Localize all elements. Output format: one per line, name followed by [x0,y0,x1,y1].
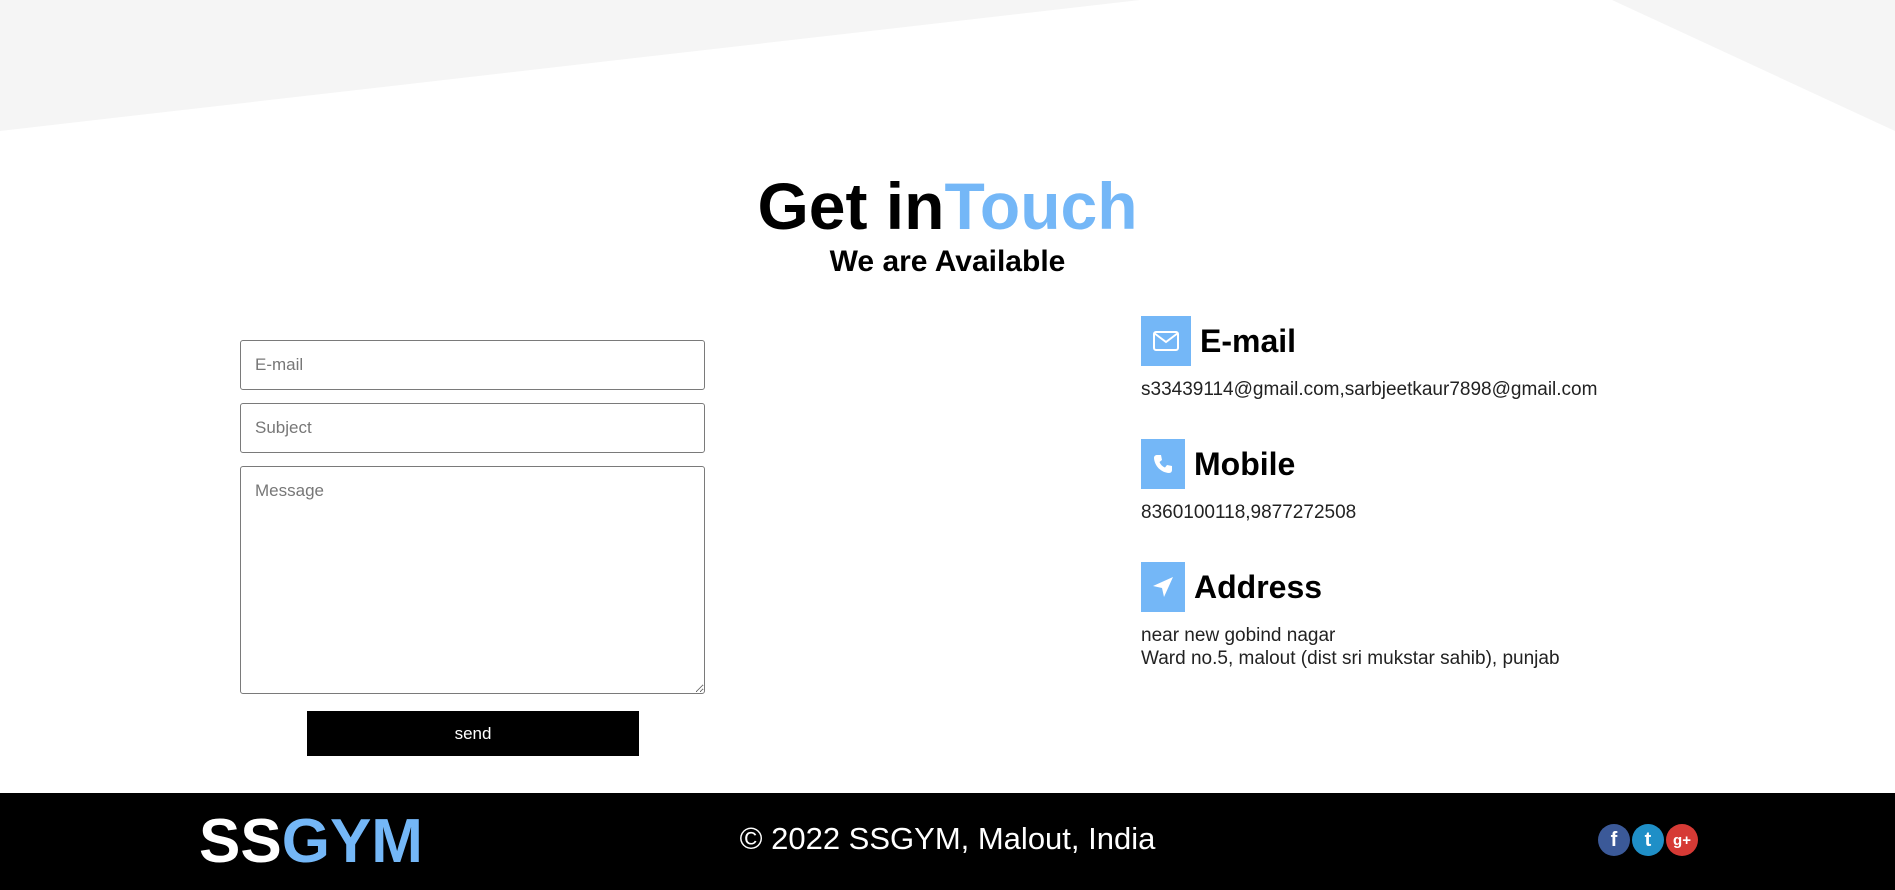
email-info-header: E-mail [1141,316,1741,366]
social-links: f t g+ [1598,824,1698,856]
mobile-text: 8360100118,9877272508 [1141,502,1357,523]
send-button[interactable]: send [307,711,639,756]
address-info-header: Address [1141,562,1741,612]
title-accent: Touch [944,169,1138,243]
background-shape [0,0,1895,131]
email-input[interactable] [240,340,705,390]
section-heading: Get inTouch We are Available [0,168,1895,280]
google-plus-icon[interactable]: g+ [1666,824,1698,856]
message-textarea[interactable] [240,466,705,694]
address-info: Address near new gobind nagar Ward no.5,… [1141,562,1741,670]
mobile-title: Mobile [1194,445,1296,482]
subject-input[interactable] [240,403,705,453]
twitter-icon[interactable]: t [1632,824,1664,856]
mobile-info-header: Mobile [1141,439,1741,489]
contact-form: send [240,340,705,756]
facebook-icon[interactable]: f [1598,824,1630,856]
address-title: Address [1194,568,1323,605]
contact-info: E-mail s33439114@gmail.com,sarbjeetkaur7… [1141,316,1741,670]
envelope-icon [1141,316,1191,366]
location-arrow-icon [1141,562,1185,612]
address-line-2: Ward no.5, malout (dist sri mukstar sahi… [1141,648,1560,669]
address-line-1: near new gobind nagar [1141,625,1336,646]
email-text: s33439114@gmail.com,sarbjeetkaur7898@gma… [1141,379,1598,400]
title-main: Get in [757,169,945,243]
page-subtitle: We are Available [829,245,1066,278]
phone-icon [1141,439,1185,489]
contact-page: Get inTouch We are Available send E-mail… [0,0,1895,890]
email-title: E-mail [1200,322,1297,359]
mobile-info: Mobile 8360100118,9877272508 [1141,439,1741,524]
page-title: Get inTouch [0,168,1895,244]
footer: SSGYM © 2022 SSGYM, Malout, India f t g+ [0,793,1895,890]
email-info: E-mail s33439114@gmail.com,sarbjeetkaur7… [1141,316,1741,401]
address-text: near new gobind nagar Ward no.5, malout … [1141,624,1741,670]
